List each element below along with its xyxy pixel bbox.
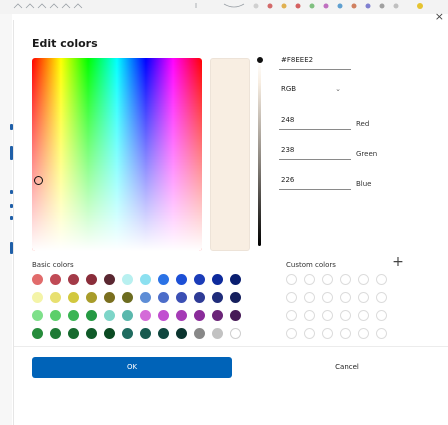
basic-color-swatch[interactable] [158, 274, 169, 285]
custom-color-slot[interactable] [322, 310, 333, 321]
basic-color-swatch[interactable] [32, 328, 43, 339]
background-app-strip [0, 0, 448, 14]
color-mode-value: RGB [281, 85, 297, 93]
blue-label: Blue [356, 180, 372, 188]
custom-color-slot[interactable] [286, 274, 297, 285]
custom-color-slot[interactable] [358, 328, 369, 339]
basic-color-swatch[interactable] [230, 274, 241, 285]
basic-color-swatch[interactable] [86, 274, 97, 285]
green-label: Green [356, 150, 378, 158]
basic-color-swatch[interactable] [194, 274, 205, 285]
cancel-button[interactable]: Cancel [252, 357, 442, 378]
basic-color-swatch[interactable] [158, 328, 169, 339]
basic-color-swatch[interactable] [122, 328, 133, 339]
basic-color-swatch[interactable] [140, 292, 151, 303]
value-slider-thumb[interactable] [256, 56, 264, 64]
basic-color-swatch[interactable] [194, 328, 205, 339]
basic-color-swatch[interactable] [212, 274, 223, 285]
basic-color-swatch[interactable] [176, 310, 187, 321]
chevron-down-icon: ⌄ [335, 85, 341, 93]
custom-color-slot[interactable] [286, 328, 297, 339]
plus-icon[interactable]: + [392, 255, 404, 269]
basic-color-swatch[interactable] [122, 274, 133, 285]
custom-color-slot[interactable] [304, 328, 315, 339]
background-app-sidebar [0, 14, 13, 425]
custom-color-slot[interactable] [376, 274, 387, 285]
basic-color-swatch[interactable] [104, 292, 115, 303]
custom-color-slot[interactable] [376, 292, 387, 303]
basic-color-swatch[interactable] [140, 274, 151, 285]
basic-color-swatch[interactable] [32, 310, 43, 321]
custom-color-slot[interactable] [286, 310, 297, 321]
dialog-title: Edit colors [32, 37, 98, 50]
green-field[interactable]: 238 [279, 142, 351, 160]
footer-divider [14, 346, 448, 347]
edit-colors-dialog: Edit colors #F8EEE2 RGB ⌄ 248 Red 238 Gr… [13, 20, 448, 425]
spectrum-saturation-overlay [32, 58, 202, 251]
basic-color-swatch[interactable] [176, 292, 187, 303]
basic-color-swatch[interactable] [230, 328, 241, 339]
basic-color-swatch[interactable] [230, 310, 241, 321]
basic-color-swatch[interactable] [158, 292, 169, 303]
red-field[interactable]: 248 [279, 112, 351, 130]
custom-color-slot[interactable] [358, 310, 369, 321]
custom-color-slot[interactable] [322, 274, 333, 285]
blue-field[interactable]: 226 [279, 172, 351, 190]
basic-color-swatch[interactable] [212, 310, 223, 321]
custom-color-slot[interactable] [304, 274, 315, 285]
basic-color-swatch[interactable] [86, 310, 97, 321]
basic-color-swatch[interactable] [32, 274, 43, 285]
basic-color-swatch[interactable] [50, 310, 61, 321]
basic-color-swatch[interactable] [86, 328, 97, 339]
basic-color-swatch[interactable] [50, 328, 61, 339]
spectrum-picker-handle[interactable] [34, 176, 43, 185]
basic-color-swatch[interactable] [140, 310, 151, 321]
custom-color-slot[interactable] [322, 292, 333, 303]
basic-color-swatch[interactable] [68, 292, 79, 303]
basic-color-swatch[interactable] [32, 292, 43, 303]
basic-color-swatch[interactable] [68, 310, 79, 321]
custom-color-slot[interactable] [340, 292, 351, 303]
basic-color-swatch[interactable] [176, 274, 187, 285]
basic-color-swatch[interactable] [194, 310, 205, 321]
ok-button[interactable]: OK [32, 357, 232, 378]
basic-color-swatch[interactable] [212, 328, 223, 339]
basic-color-swatch[interactable] [50, 292, 61, 303]
red-label: Red [356, 120, 370, 128]
custom-color-slot[interactable] [340, 328, 351, 339]
custom-color-slot[interactable] [358, 274, 369, 285]
basic-color-swatch[interactable] [104, 328, 115, 339]
basic-color-swatch[interactable] [140, 328, 151, 339]
basic-color-swatch[interactable] [230, 292, 241, 303]
basic-colors-label: Basic colors [32, 261, 74, 269]
basic-color-swatch[interactable] [194, 292, 205, 303]
custom-colors-label: Custom colors [286, 261, 336, 269]
custom-color-slot[interactable] [286, 292, 297, 303]
basic-color-swatch[interactable] [122, 292, 133, 303]
value-slider-track[interactable] [258, 60, 261, 246]
hex-field[interactable]: #F8EEE2 [279, 52, 351, 70]
basic-color-swatch[interactable] [68, 274, 79, 285]
basic-color-swatch[interactable] [86, 292, 97, 303]
custom-color-slot[interactable] [304, 310, 315, 321]
custom-color-slot[interactable] [304, 292, 315, 303]
background-app-icons [13, 3, 423, 9]
basic-color-swatch[interactable] [50, 274, 61, 285]
basic-color-swatch[interactable] [212, 292, 223, 303]
custom-color-slot[interactable] [340, 274, 351, 285]
basic-color-swatch[interactable] [158, 310, 169, 321]
custom-color-slot[interactable] [376, 310, 387, 321]
color-mode-select[interactable]: RGB ⌄ [279, 81, 351, 97]
basic-color-swatch[interactable] [68, 328, 79, 339]
basic-color-swatch[interactable] [122, 310, 133, 321]
custom-color-slot[interactable] [376, 328, 387, 339]
color-spectrum[interactable] [32, 58, 202, 251]
custom-color-slot[interactable] [358, 292, 369, 303]
color-preview [210, 58, 250, 251]
basic-color-swatch[interactable] [104, 310, 115, 321]
basic-color-swatch[interactable] [104, 274, 115, 285]
basic-color-swatch[interactable] [176, 328, 187, 339]
custom-color-slot[interactable] [340, 310, 351, 321]
custom-color-slot[interactable] [322, 328, 333, 339]
